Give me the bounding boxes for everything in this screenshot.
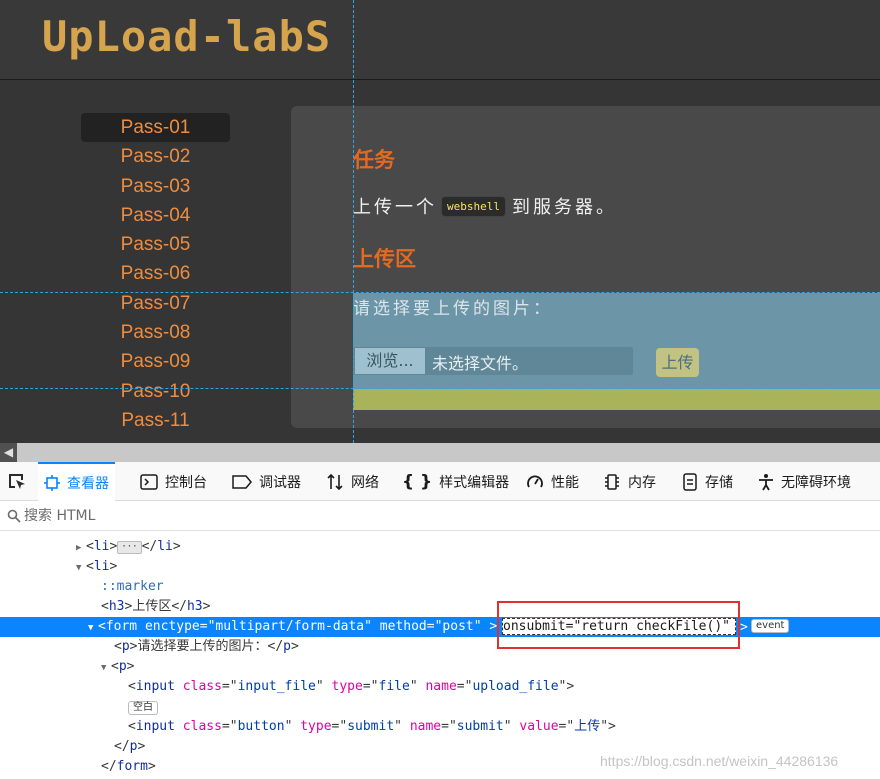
tab-label: 查看器 — [67, 475, 109, 492]
menu-item-pass-10[interactable]: Pass-10 — [81, 377, 230, 406]
menu-item-pass-09[interactable]: Pass-09 — [81, 347, 230, 376]
collapse-arrow-icon[interactable]: ▼ — [76, 558, 86, 578]
inspector-margin-highlight — [353, 389, 880, 410]
menu-item-pass-06[interactable]: Pass-06 — [81, 259, 230, 288]
tab-label: 控制台 — [165, 474, 207, 491]
tab-performance[interactable]: 性能 — [526, 462, 579, 501]
tab-debugger[interactable]: 调试器 — [232, 462, 301, 501]
menu-item-pass-03[interactable]: Pass-03 — [81, 172, 230, 201]
tree-node-marker[interactable]: ::marker — [0, 577, 880, 597]
inspector-icon — [44, 474, 60, 491]
menu-item-pass-08[interactable]: Pass-08 — [81, 318, 230, 347]
console-icon — [140, 473, 158, 490]
network-icon — [326, 473, 344, 491]
tab-network[interactable]: 网络 — [326, 462, 379, 501]
tab-label: 无障碍环境 — [781, 474, 851, 491]
tab-memory[interactable]: 内存 — [603, 462, 656, 501]
search-html-input[interactable] — [24, 505, 424, 527]
upload-heading: 上传区 — [353, 247, 416, 271]
tree-node-p-inputs[interactable]: ▼ <p> — [0, 657, 880, 677]
horizontal-scrollbar[interactable] — [0, 443, 880, 462]
browse-button[interactable]: 浏览... — [355, 348, 425, 374]
tree-node-input-submit[interactable]: <input class="button" type="submit" name… — [0, 717, 880, 737]
level-menu: Pass-01 Pass-02 Pass-03 Pass-04 Pass-05 Pass-… — [81, 113, 230, 435]
upload-prompt: 请选择要上传的图片： — [353, 299, 553, 319]
storage-icon — [682, 472, 698, 491]
expand-arrow-icon[interactable]: ▶ — [76, 538, 86, 558]
tree-node-form-selected[interactable]: ▼ <form enctype="multipart/form-data" met… — [0, 617, 880, 637]
ellipsis-badge[interactable]: ··· — [117, 541, 142, 554]
inspector-guide-top — [0, 292, 880, 293]
task-code: webshell — [441, 195, 506, 217]
inspector-guide-vertical — [353, 0, 354, 443]
memory-icon — [603, 473, 621, 491]
tree-node-p-prompt[interactable]: <p>请选择要上传的图片：</p> — [0, 637, 880, 657]
menu-item-pass-07[interactable]: Pass-07 — [81, 289, 230, 318]
search-icon — [7, 508, 21, 527]
markup-tree: ▶ <li> ··· </li> ▼ <li> ::marker <h3>上传区</h3… — [0, 532, 880, 779]
style-editor-icon: { } — [402, 471, 433, 492]
tab-style-editor[interactable]: { } 样式编辑器 — [402, 462, 509, 501]
tab-label: 性能 — [551, 474, 579, 491]
tree-node-li-collapsed[interactable]: ▶ <li> ··· </li> — [0, 537, 880, 557]
whitespace-badge[interactable]: 空白 — [128, 701, 158, 715]
upload-submit-button[interactable]: 上传 — [656, 348, 699, 377]
site-logo[interactable]: UpLoad-labS — [42, 12, 331, 61]
red-annotation-box — [497, 601, 740, 649]
tree-node-input-file[interactable]: <input class="input_file" type="file" na… — [0, 677, 880, 697]
task-text-after: 到服务器。 — [511, 197, 617, 218]
tab-accessibility[interactable]: 无障碍环境 — [758, 462, 851, 501]
no-file-selected-label: 未选择文件。 — [432, 354, 529, 373]
tab-console[interactable]: 控制台 — [140, 462, 207, 501]
performance-icon — [526, 473, 544, 491]
menu-item-pass-02[interactable]: Pass-02 — [81, 142, 230, 171]
watermark-text: https://blog.csdn.net/weixin_44286136 — [600, 753, 839, 769]
tab-label: 网络 — [351, 474, 379, 491]
task-heading: 任务 — [353, 148, 395, 172]
tab-inspector[interactable]: 查看器 — [38, 462, 115, 501]
menu-item-pass-01[interactable]: Pass-01 — [81, 113, 230, 143]
menu-item-pass-04[interactable]: Pass-04 — [81, 201, 230, 230]
inspector-guide-bottom — [0, 388, 880, 389]
scroll-left-arrow-icon[interactable]: ◀ — [0, 443, 17, 462]
page-viewport: UpLoad-labS Pass-01 Pass-02 Pass-03 Pass-04… — [0, 0, 880, 443]
collapse-arrow-icon[interactable]: ▼ — [88, 618, 98, 638]
tree-node-h3[interactable]: <h3>上传区</h3> — [0, 597, 880, 617]
tab-label: 样式编辑器 — [439, 474, 510, 491]
menu-item-pass-05[interactable]: Pass-05 — [81, 230, 230, 259]
tab-label: 调试器 — [259, 474, 301, 491]
debugger-icon — [232, 474, 252, 489]
tree-node-li-expanded[interactable]: ▼ <li> — [0, 557, 880, 577]
tree-node-whitespace[interactable]: 空白 — [0, 697, 880, 717]
tab-storage[interactable]: 存储 — [682, 462, 733, 501]
tab-label: 内存 — [628, 474, 656, 491]
menu-item-pass-11[interactable]: Pass-11 — [81, 406, 230, 435]
tab-label: 存储 — [705, 474, 733, 491]
site-header: UpLoad-labS — [0, 0, 880, 80]
element-picker-icon[interactable] — [5, 470, 29, 494]
collapse-arrow-icon[interactable]: ▼ — [101, 658, 111, 678]
event-badge[interactable]: event — [751, 619, 790, 633]
screenshot-root: UpLoad-labS Pass-01 Pass-02 Pass-03 Pass-04… — [0, 0, 880, 779]
accessibility-icon — [758, 473, 774, 491]
task-description: 上传一个 webshell 到服务器。 — [353, 193, 617, 219]
form-tag-close-bracket: > — [740, 620, 748, 635]
task-text-before: 上传一个 — [353, 197, 437, 218]
